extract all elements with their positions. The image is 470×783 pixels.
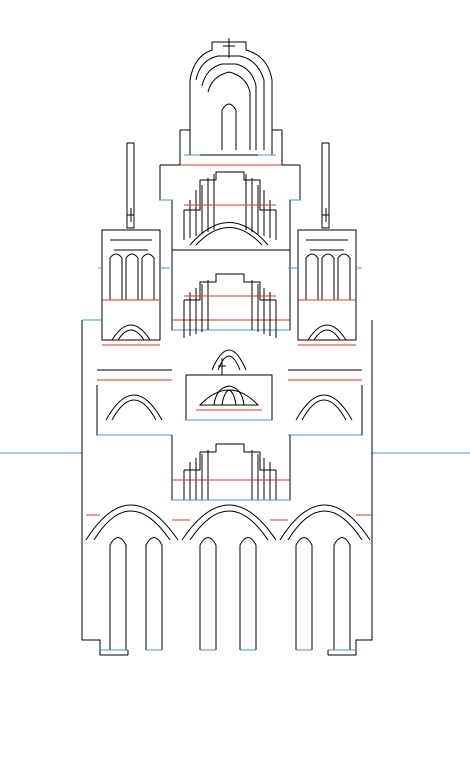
- ground-arcade: [85, 504, 372, 655]
- small-dome: [185, 358, 273, 421]
- right-tower: [288, 142, 362, 346]
- central-dome: [160, 38, 300, 166]
- lower-vault: [171, 435, 291, 501]
- middle-arcade: [171, 250, 291, 371]
- left-tower: [98, 142, 170, 346]
- cut-template-drawing: [0, 38, 470, 656]
- upper-vault: [159, 165, 301, 251]
